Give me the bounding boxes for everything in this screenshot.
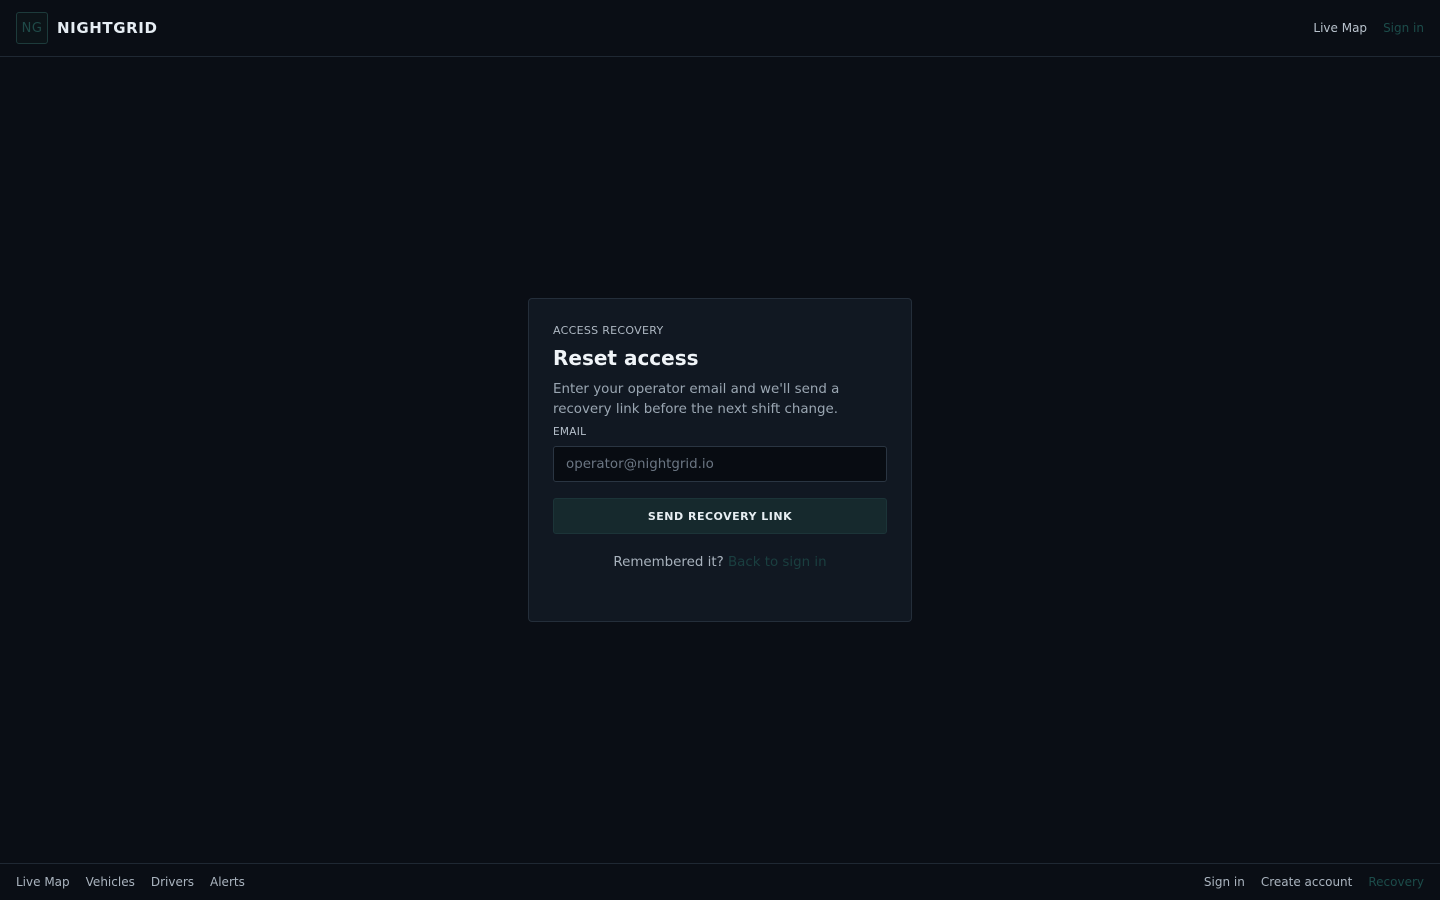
email-label: EMAIL <box>553 426 587 438</box>
footer-nav-right: Sign in Create account Recovery <box>1204 875 1424 889</box>
nav-live-map[interactable]: Live Map <box>1313 21 1367 35</box>
send-recovery-link-button[interactable]: SEND RECOVERY LINK <box>553 498 887 534</box>
footer-link-vehicles[interactable]: Vehicles <box>86 875 135 889</box>
nav-sign-in[interactable]: Sign in <box>1383 21 1424 35</box>
brand[interactable]: NG NIGHTGRID <box>16 12 158 44</box>
footer: Live Map Vehicles Drivers Alerts Sign in… <box>0 863 1440 900</box>
top-bar: NG NIGHTGRID Live Map Sign in <box>0 0 1440 57</box>
footer-link-sign-in[interactable]: Sign in <box>1204 875 1245 889</box>
footer-link-drivers[interactable]: Drivers <box>151 875 194 889</box>
recovery-card: ACCESS RECOVERY Reset access Enter your … <box>528 298 912 622</box>
remember-text: Remembered it? <box>613 555 724 570</box>
email-input[interactable] <box>553 446 887 482</box>
logo-icon: NG <box>16 12 48 44</box>
eyebrow-label: ACCESS RECOVERY <box>553 324 664 337</box>
page-title: Reset access <box>553 346 699 370</box>
remember-row: Remembered it? Back to sign in <box>553 555 887 570</box>
footer-link-live-map[interactable]: Live Map <box>16 875 70 889</box>
back-to-sign-in-link[interactable]: Back to sign in <box>728 555 827 570</box>
footer-link-create-account[interactable]: Create account <box>1261 875 1353 889</box>
description: Enter your operator email and we'll send… <box>553 382 840 417</box>
brand-name: NIGHTGRID <box>57 19 158 37</box>
footer-link-alerts[interactable]: Alerts <box>210 875 245 889</box>
top-nav: Live Map Sign in <box>1313 21 1424 35</box>
footer-nav-left: Live Map Vehicles Drivers Alerts <box>16 875 245 889</box>
footer-link-recovery[interactable]: Recovery <box>1368 875 1424 889</box>
